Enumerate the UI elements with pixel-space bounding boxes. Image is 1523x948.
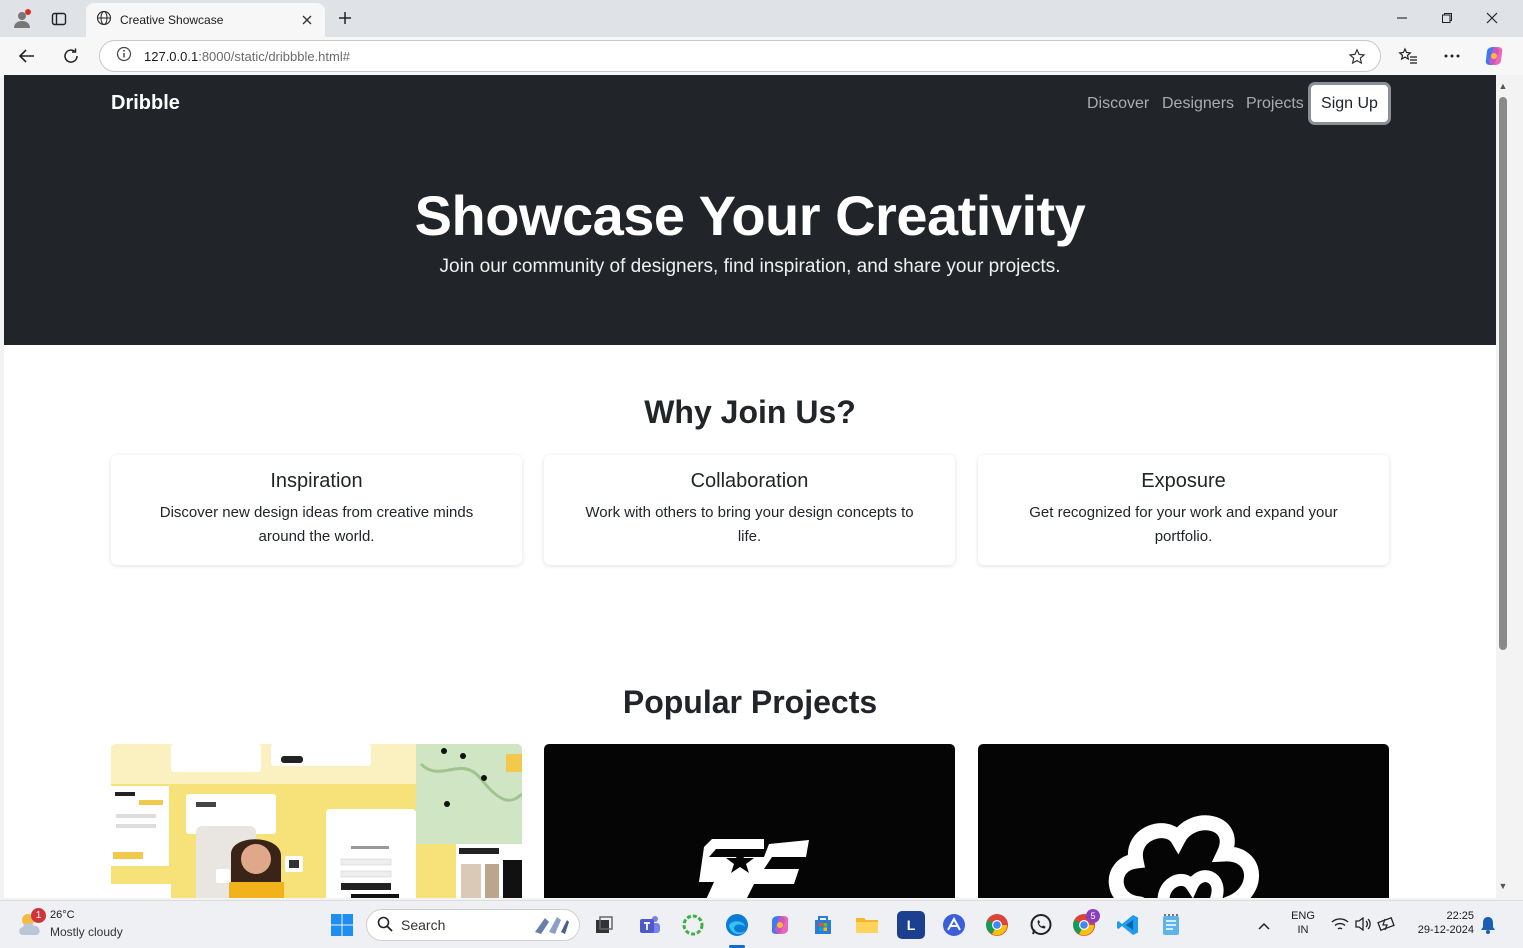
feature-title: Inspiration [270, 470, 363, 492]
chrome-badge: 5 [1086, 909, 1100, 923]
scrollbar-thumb[interactable] [1499, 97, 1507, 650]
project-image-cloud-logo[interactable] [978, 744, 1389, 898]
feature-card-collaboration: Collaboration Work with others to bring … [544, 455, 955, 565]
page-viewport: Dribble Discover Designers Projects Sign… [4, 75, 1496, 898]
new-tab-button[interactable] [334, 6, 356, 30]
weather-description[interactable]: Mostly cloudy [50, 925, 123, 939]
hero-title: Showcase Your Creativity [414, 184, 1086, 247]
popular-projects-title: Popular Projects [622, 684, 878, 720]
windows-start-icon[interactable] [328, 911, 356, 939]
hero-subtitle: Join our community of designers, find in… [439, 256, 1061, 277]
whatsapp-icon[interactable] [1027, 911, 1055, 939]
search-label: Search [401, 917, 446, 933]
nav-discover[interactable]: Discover [1087, 95, 1149, 113]
chrome-icon[interactable] [983, 911, 1011, 939]
notification-bell-icon[interactable] [1480, 916, 1496, 939]
battery-icon[interactable] [1377, 916, 1397, 937]
teams-icon[interactable] [636, 911, 664, 939]
feature-title: Collaboration [690, 470, 809, 492]
url-text: 127.0.0.1:8000/static/dribbble.html# [144, 48, 350, 64]
weather-temperature[interactable]: 26°C [50, 909, 75, 921]
feature-text: Get recognized for your work and expand … [1029, 504, 1338, 545]
close-tab-icon[interactable] [299, 12, 315, 28]
chevron-up-icon[interactable] [1257, 918, 1271, 936]
close-window-button[interactable] [1469, 4, 1515, 32]
scroll-up-arrow[interactable]: ▲ [1498, 81, 1508, 91]
sign-up-button[interactable]: Sign Up [1308, 82, 1391, 125]
vscode-icon[interactable] [1114, 911, 1142, 939]
feature-text: Discover new design ideas from creative … [159, 504, 474, 545]
volume-icon[interactable] [1354, 916, 1372, 937]
copilot-taskbar-icon[interactable] [766, 911, 794, 939]
profile-icon[interactable] [8, 5, 36, 33]
scroll-down-arrow[interactable]: ▼ [1498, 881, 1508, 891]
favorite-star-icon[interactable] [1348, 48, 1366, 71]
notepad-icon[interactable] [1157, 911, 1185, 939]
loading-circle-app-icon[interactable] [679, 911, 707, 939]
feature-card-inspiration: Inspiration Discover new design ideas fr… [111, 455, 522, 565]
tab-strip: Creative Showcase [0, 0, 1523, 37]
triangle-app-icon[interactable] [940, 911, 968, 939]
minimize-button[interactable] [1379, 4, 1425, 32]
browser-toolbar: 127.0.0.1:8000/static/dribbble.html# [0, 37, 1523, 75]
l-app-icon[interactable]: L [897, 911, 925, 939]
clock[interactable]: 22:25 29-12-2024 [1408, 910, 1474, 936]
refresh-button[interactable] [56, 41, 86, 71]
wifi-icon[interactable] [1331, 916, 1349, 937]
brand-logo[interactable]: Dribble [111, 92, 180, 115]
taskbar-search[interactable]: Search [366, 909, 580, 941]
project-image-star-logo[interactable] [544, 744, 955, 898]
copilot-icon[interactable] [1479, 41, 1509, 71]
feature-text: Work with others to bring your design co… [585, 504, 914, 545]
project-image-ui-mockup[interactable] [111, 744, 522, 898]
nav-designers[interactable]: Designers [1162, 95, 1234, 113]
globe-icon [96, 10, 112, 31]
tab-title: Creative Showcase [120, 13, 224, 27]
active-tab[interactable]: Creative Showcase [86, 3, 325, 37]
language-indicator[interactable]: ENG IN [1288, 910, 1318, 936]
more-options-icon[interactable] [1437, 41, 1467, 71]
weather-badge: 1 [31, 908, 46, 923]
back-button[interactable] [12, 41, 42, 71]
address-bar[interactable]: 127.0.0.1:8000/static/dribbble.html# [99, 40, 1381, 72]
why-join-title: Why Join Us? [644, 394, 856, 430]
restore-button[interactable] [1424, 4, 1470, 32]
nav-projects[interactable]: Projects [1246, 95, 1304, 113]
windows-taskbar: 1 26°C Mostly cloudy Search L 5 ENG IN 2… [0, 900, 1523, 948]
search-icon [377, 916, 393, 935]
page-scrollbar[interactable]: ▲ ▼ [1496, 75, 1510, 898]
favorites-icon[interactable] [1393, 41, 1423, 71]
edge-browser-icon[interactable] [723, 911, 751, 939]
store-icon[interactable] [809, 911, 837, 939]
task-view-icon[interactable] [590, 911, 618, 939]
feature-card-exposure: Exposure Get recognized for your work an… [978, 455, 1389, 565]
site-info-icon[interactable] [116, 46, 132, 67]
hero-section: Dribble Discover Designers Projects Sign… [4, 75, 1496, 345]
feature-title: Exposure [1141, 470, 1226, 492]
search-highlight-icon [531, 914, 571, 939]
tab-actions-icon[interactable] [45, 5, 73, 33]
file-explorer-icon[interactable] [853, 911, 881, 939]
